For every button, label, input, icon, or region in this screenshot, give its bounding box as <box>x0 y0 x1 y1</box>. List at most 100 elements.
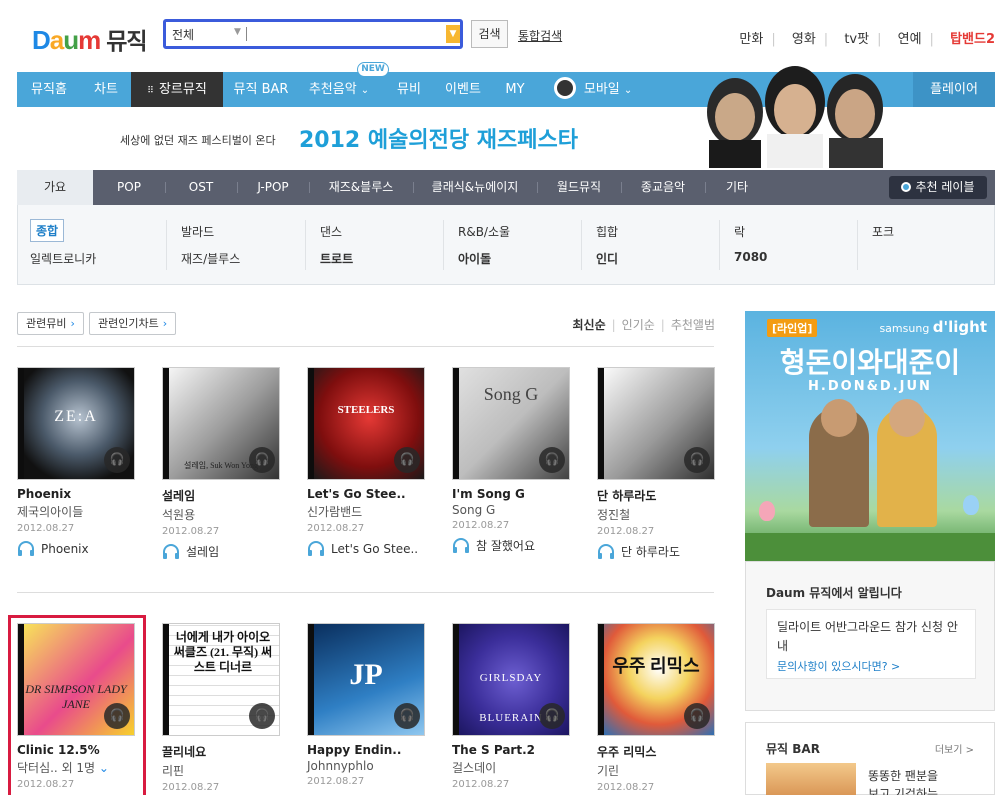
search-suggest-toggle-icon[interactable]: ▼ <box>446 25 460 43</box>
album-card: 우주 리믹스 🎧 우주 리믹스 기린 2012.08.27 <box>597 623 717 793</box>
sub-genre-hiphop[interactable]: 힙합 <box>596 223 618 240</box>
tab-pop[interactable]: POP <box>97 170 161 205</box>
album-cover[interactable]: 우주 리믹스 🎧 <box>597 623 715 736</box>
album-title[interactable]: The S Part.2 <box>452 743 572 757</box>
tab-classic-newage[interactable]: 클래식&뉴에이지 <box>417 170 533 205</box>
nav-chart[interactable]: 차트 <box>81 72 131 107</box>
jazz-festa-banner[interactable]: 세상에 없던 재즈 페스티벌이 온다 2012 예술의전당 재즈페스타 <box>17 66 995 169</box>
sub-genre-trot[interactable]: 트로트 <box>320 250 353 267</box>
ad-tag: [라인업] <box>767 319 818 337</box>
search-input[interactable] <box>250 24 440 44</box>
sub-genre-jazz-blues[interactable]: 재즈/블루스 <box>181 250 240 267</box>
headphone-play-icon[interactable]: 🎧 <box>394 447 420 473</box>
sub-genre-ballad[interactable]: 발라드 <box>181 223 214 240</box>
integrated-search-link[interactable]: 통합검색 <box>518 27 562 44</box>
album-cover[interactable]: GIRLSDAY BLUERAIN 🎧 <box>452 623 570 736</box>
album-title[interactable]: 우주 리믹스 <box>597 743 717 760</box>
album-artist[interactable]: Johnnyphlo <box>307 759 427 773</box>
sort-latest[interactable]: 최신순 <box>572 318 605 332</box>
album-title[interactable]: Phoenix <box>17 487 137 501</box>
sort-recommended-album[interactable]: 추천앨범 <box>671 318 715 332</box>
album-artist[interactable]: Song G <box>452 503 572 517</box>
headphone-play-icon[interactable]: 🎧 <box>539 703 565 729</box>
album-artist[interactable]: 리핀 <box>162 762 282 779</box>
nav-genre-music[interactable]: ⠿ 장르뮤직 <box>131 72 223 107</box>
sort-popular[interactable]: 인기순 <box>622 318 655 332</box>
album-artist[interactable]: 석원용 <box>162 506 282 523</box>
album-song-link[interactable]: 단 하루라도 <box>597 543 717 560</box>
nav-music-bar[interactable]: 뮤직 BAR <box>223 72 299 107</box>
nav-music-home[interactable]: 뮤직홈 <box>17 72 81 107</box>
album-cover[interactable]: Song G 🎧 <box>452 367 570 480</box>
headphone-play-icon[interactable]: 🎧 <box>684 447 710 473</box>
tab-religious[interactable]: 종교음악 <box>625 170 701 205</box>
related-mv-button[interactable]: 관련뮤비 › <box>17 312 84 335</box>
album-title[interactable]: Let's Go Stee.. <box>307 487 427 501</box>
sub-genre-idol[interactable]: 아이돌 <box>458 250 491 267</box>
headphone-play-icon[interactable]: 🎧 <box>249 703 275 729</box>
nav-mv[interactable]: 뮤비 <box>389 72 429 107</box>
album-artist[interactable]: 걸스데이 <box>452 759 572 776</box>
album-cover[interactable]: JP 🎧 <box>307 623 425 736</box>
nav-recommended[interactable]: 추천음악 ⌄ <box>299 72 379 107</box>
music-bar-text[interactable]: 똥똥한 팬분을 보고 기겁하는 <box>868 767 938 795</box>
search-scope-select[interactable]: 전체 <box>172 26 194 43</box>
tab-kpop[interactable]: 가요 <box>17 170 93 205</box>
nav-event[interactable]: 이벤트 <box>435 72 491 107</box>
sub-genre-folk[interactable]: 포크 <box>872 223 894 240</box>
headphone-play-icon[interactable]: 🎧 <box>684 703 710 729</box>
search-button[interactable]: 검색 <box>471 20 508 48</box>
headphone-play-icon[interactable]: 🎧 <box>539 447 565 473</box>
album-title[interactable]: 끌리네요 <box>162 743 282 760</box>
album-song-link[interactable]: Phoenix <box>17 540 137 556</box>
album-title[interactable]: 단 하루라도 <box>597 487 717 504</box>
top-link-movie[interactable]: 영화 <box>792 32 816 47</box>
album-song-link[interactable]: Let's Go Stee.. <box>307 540 427 556</box>
nav-mobile[interactable]: 모바일 ⌄ <box>547 72 639 107</box>
sub-genre-rnb-soul[interactable]: R&B/소울 <box>458 223 510 240</box>
notice-text[interactable]: 딜라이트 어반그라운드 참가 신청 안내 <box>777 618 967 656</box>
sub-genre-rock[interactable]: 락 <box>734 223 745 240</box>
notice-contact-link[interactable]: 문의사항이 있으시다면? > <box>777 658 900 674</box>
sub-genre-indie[interactable]: 인디 <box>596 250 618 267</box>
nav-my[interactable]: MY <box>495 72 535 107</box>
recommended-label-button[interactable]: 추천 레이블 <box>889 176 987 199</box>
headphone-play-icon[interactable]: 🎧 <box>394 703 420 729</box>
album-artist[interactable]: 제국의아이들 <box>17 503 137 520</box>
sub-genre-electronica[interactable]: 일렉트로니카 <box>30 250 96 267</box>
album-title[interactable]: I'm Song G <box>452 487 572 501</box>
top-link-topband2[interactable]: 탑밴드2 <box>950 32 995 47</box>
album-artist[interactable]: 기린 <box>597 762 717 779</box>
player-button[interactable]: 플레이어 <box>913 72 995 107</box>
top-link-manhwa[interactable]: 만화 <box>739 32 763 47</box>
music-bar-thumbnail[interactable] <box>766 763 856 795</box>
music-bar-more-link[interactable]: 더보기 > <box>935 741 974 756</box>
album-cover[interactable]: 너에게 내가 아이오 써클즈 (21. 무직) 써스트 디너르 🎧 <box>162 623 280 736</box>
album-cover[interactable]: 🎧 <box>597 367 715 480</box>
tab-jazz-blues[interactable]: 재즈&블루스 <box>313 170 409 205</box>
chevron-down-icon[interactable]: ▼ <box>234 27 241 37</box>
tab-jpop[interactable]: J-POP <box>241 170 305 205</box>
daum-music-logo[interactable]: Daum 뮤직 <box>32 22 148 56</box>
album-song-link[interactable]: 참 잘했어요 <box>452 537 572 554</box>
album-cover[interactable]: ZE:A 🎧 <box>17 367 135 480</box>
promo-ad[interactable]: [라인업] samsung d'light 형돈이와대준이 H.DON&D.JU… <box>745 311 995 561</box>
album-title[interactable]: Happy Endin.. <box>307 743 427 757</box>
top-link-tvpot[interactable]: tv팟 <box>844 32 869 47</box>
sub-genre-dance[interactable]: 댄스 <box>320 223 342 240</box>
album-artist[interactable]: 신가람밴드 <box>307 503 427 520</box>
sub-genre-all[interactable]: 종합 <box>30 219 65 242</box>
headphone-play-icon[interactable]: 🎧 <box>249 447 275 473</box>
tab-world-music[interactable]: 월드뮤직 <box>541 170 617 205</box>
tab-etc[interactable]: 기타 <box>709 170 765 205</box>
headphone-play-icon[interactable]: 🎧 <box>104 447 130 473</box>
top-link-entertainment[interactable]: 연예 <box>898 32 922 47</box>
album-artist[interactable]: 정진철 <box>597 506 717 523</box>
album-cover[interactable]: 설레임, Suk Won Yong 🎧 <box>162 367 280 480</box>
album-title[interactable]: 설레임 <box>162 487 282 504</box>
related-chart-button[interactable]: 관련인기차트 › <box>89 312 177 335</box>
album-song-link[interactable]: 설레임 <box>162 543 282 560</box>
album-cover[interactable]: STEELERS 🎧 <box>307 367 425 480</box>
sub-genre-7080[interactable]: 7080 <box>734 250 767 264</box>
tab-ost[interactable]: OST <box>169 170 233 205</box>
